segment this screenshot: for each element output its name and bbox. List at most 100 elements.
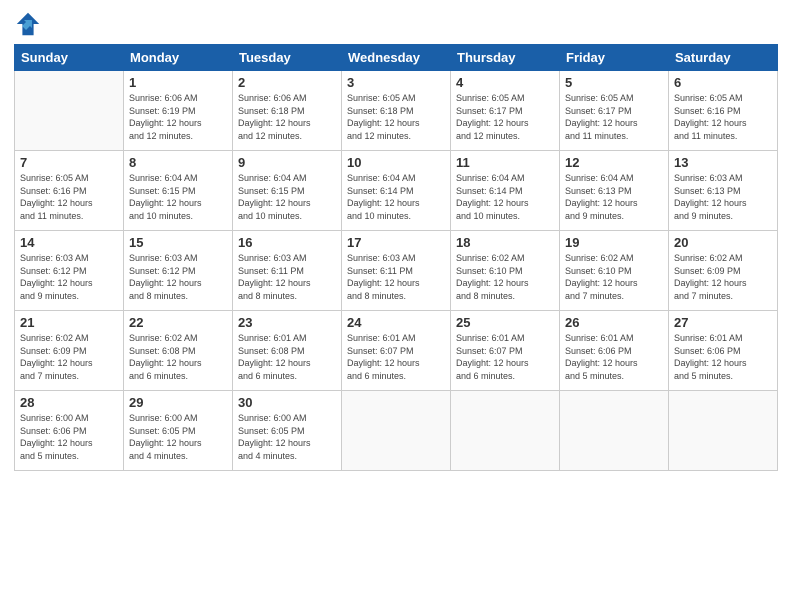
day-detail: Sunrise: 6:01 AM Sunset: 6:06 PM Dayligh… (674, 332, 772, 382)
calendar-cell: 8 Sunrise: 6:04 AM Sunset: 6:15 PM Daylig… (124, 151, 233, 231)
calendar-header-friday: Friday (560, 45, 669, 71)
calendar-cell: 11 Sunrise: 6:04 AM Sunset: 6:14 PM Dayli… (451, 151, 560, 231)
calendar-header-monday: Monday (124, 45, 233, 71)
day-number: 10 (347, 155, 445, 170)
calendar-cell: 9Sunrise: 6:04 AM Sunset: 6:15 PM Daylig… (233, 151, 342, 231)
day-number: 27 (674, 315, 772, 330)
calendar-cell: 28 Sunrise: 6:00 AM Sunset: 6:06 PM Dayli… (15, 391, 124, 471)
calendar-cell: 12 Sunrise: 6:04 AM Sunset: 6:13 PM Dayli… (560, 151, 669, 231)
day-number: 20 (674, 235, 772, 250)
calendar-cell: 27 Sunrise: 6:01 AM Sunset: 6:06 PM Dayli… (669, 311, 778, 391)
calendar-cell: 29 Sunrise: 6:00 AM Sunset: 6:05 PM Dayli… (124, 391, 233, 471)
calendar-cell: 4 Sunrise: 6:05 AM Sunset: 6:17 PM Daylig… (451, 71, 560, 151)
calendar-cell: 13 Sunrise: 6:03 AM Sunset: 6:13 PM Dayli… (669, 151, 778, 231)
day-detail: Sunrise: 6:02 AM Sunset: 6:10 PM Dayligh… (456, 252, 554, 302)
day-detail: Sunrise: 6:02 AM Sunset: 6:10 PM Dayligh… (565, 252, 663, 302)
day-number: 26 (565, 315, 663, 330)
calendar-cell (560, 391, 669, 471)
calendar-cell: 6 Sunrise: 6:05 AM Sunset: 6:16 PM Daylig… (669, 71, 778, 151)
day-number: 13 (674, 155, 772, 170)
calendar-cell (451, 391, 560, 471)
day-detail: Sunrise: 6:06 AM Sunset: 6:19 PM Dayligh… (129, 92, 227, 142)
day-detail: Sunrise: 6:00 AM Sunset: 6:05 PM Dayligh… (238, 412, 336, 462)
day-detail: Sunrise: 6:05 AM Sunset: 6:18 PM Dayligh… (347, 92, 445, 142)
day-detail: Sunrise: 6:03 AM Sunset: 6:13 PM Dayligh… (674, 172, 772, 222)
day-number: 2 (238, 75, 336, 90)
day-number: 12 (565, 155, 663, 170)
day-detail: Sunrise: 6:03 AM Sunset: 6:12 PM Dayligh… (129, 252, 227, 302)
day-number: 4 (456, 75, 554, 90)
day-detail: Sunrise: 6:02 AM Sunset: 6:09 PM Dayligh… (674, 252, 772, 302)
day-detail: Sunrise: 6:04 AM Sunset: 6:14 PM Dayligh… (347, 172, 445, 222)
day-detail: Sunrise: 6:03 AM Sunset: 6:12 PM Dayligh… (20, 252, 118, 302)
day-detail: Sunrise: 6:04 AM Sunset: 6:15 PM Dayligh… (238, 172, 336, 222)
calendar-cell: 30 Sunrise: 6:00 AM Sunset: 6:05 PM Dayli… (233, 391, 342, 471)
day-detail: Sunrise: 6:05 AM Sunset: 6:16 PM Dayligh… (20, 172, 118, 222)
calendar-week-1: 7 Sunrise: 6:05 AM Sunset: 6:16 PM Daylig… (15, 151, 778, 231)
calendar-cell: 22 Sunrise: 6:02 AM Sunset: 6:08 PM Dayli… (124, 311, 233, 391)
page: SundayMondayTuesdayWednesdayThursdayFrid… (0, 0, 792, 612)
logo-icon (14, 10, 42, 38)
day-detail: Sunrise: 6:01 AM Sunset: 6:07 PM Dayligh… (347, 332, 445, 382)
calendar-header-row: SundayMondayTuesdayWednesdayThursdayFrid… (15, 45, 778, 71)
day-number: 1 (129, 75, 227, 90)
day-number: 16 (238, 235, 336, 250)
day-number: 8 (129, 155, 227, 170)
calendar-cell: 26 Sunrise: 6:01 AM Sunset: 6:06 PM Dayli… (560, 311, 669, 391)
day-detail: Sunrise: 6:06 AM Sunset: 6:18 PM Dayligh… (238, 92, 336, 142)
calendar-table: SundayMondayTuesdayWednesdayThursdayFrid… (14, 44, 778, 471)
day-number: 28 (20, 395, 118, 410)
calendar-cell: 1 Sunrise: 6:06 AM Sunset: 6:19 PM Daylig… (124, 71, 233, 151)
day-detail: Sunrise: 6:04 AM Sunset: 6:13 PM Dayligh… (565, 172, 663, 222)
day-number: 11 (456, 155, 554, 170)
day-number: 25 (456, 315, 554, 330)
day-detail: Sunrise: 6:01 AM Sunset: 6:06 PM Dayligh… (565, 332, 663, 382)
calendar-cell: 21 Sunrise: 6:02 AM Sunset: 6:09 PM Dayli… (15, 311, 124, 391)
day-detail: Sunrise: 6:00 AM Sunset: 6:05 PM Dayligh… (129, 412, 227, 462)
day-detail: Sunrise: 6:02 AM Sunset: 6:08 PM Dayligh… (129, 332, 227, 382)
day-detail: Sunrise: 6:04 AM Sunset: 6:14 PM Dayligh… (456, 172, 554, 222)
day-number: 22 (129, 315, 227, 330)
calendar-header-sunday: Sunday (15, 45, 124, 71)
calendar-week-0: 1 Sunrise: 6:06 AM Sunset: 6:19 PM Daylig… (15, 71, 778, 151)
day-number: 6 (674, 75, 772, 90)
day-detail: Sunrise: 6:04 AM Sunset: 6:15 PM Dayligh… (129, 172, 227, 222)
day-detail: Sunrise: 6:05 AM Sunset: 6:17 PM Dayligh… (456, 92, 554, 142)
day-detail: Sunrise: 6:01 AM Sunset: 6:07 PM Dayligh… (456, 332, 554, 382)
day-number: 5 (565, 75, 663, 90)
day-number: 21 (20, 315, 118, 330)
calendar-cell: 15 Sunrise: 6:03 AM Sunset: 6:12 PM Dayli… (124, 231, 233, 311)
calendar-cell: 18 Sunrise: 6:02 AM Sunset: 6:10 PM Dayli… (451, 231, 560, 311)
day-number: 30 (238, 395, 336, 410)
day-number: 17 (347, 235, 445, 250)
calendar-cell: 3 Sunrise: 6:05 AM Sunset: 6:18 PM Daylig… (342, 71, 451, 151)
day-number: 7 (20, 155, 118, 170)
day-detail: Sunrise: 6:05 AM Sunset: 6:16 PM Dayligh… (674, 92, 772, 142)
calendar-cell (669, 391, 778, 471)
calendar-header-tuesday: Tuesday (233, 45, 342, 71)
day-detail: Sunrise: 6:02 AM Sunset: 6:09 PM Dayligh… (20, 332, 118, 382)
calendar-cell: 5 Sunrise: 6:05 AM Sunset: 6:17 PM Daylig… (560, 71, 669, 151)
day-number: 29 (129, 395, 227, 410)
day-detail: Sunrise: 6:05 AM Sunset: 6:17 PM Dayligh… (565, 92, 663, 142)
calendar-cell: 25 Sunrise: 6:01 AM Sunset: 6:07 PM Dayli… (451, 311, 560, 391)
day-number: 18 (456, 235, 554, 250)
calendar-header-saturday: Saturday (669, 45, 778, 71)
day-number: 3 (347, 75, 445, 90)
calendar-week-4: 28 Sunrise: 6:00 AM Sunset: 6:06 PM Dayli… (15, 391, 778, 471)
day-detail: Sunrise: 6:00 AM Sunset: 6:06 PM Dayligh… (20, 412, 118, 462)
calendar-cell: 24Sunrise: 6:01 AM Sunset: 6:07 PM Dayli… (342, 311, 451, 391)
calendar-week-2: 14Sunrise: 6:03 AM Sunset: 6:12 PM Dayli… (15, 231, 778, 311)
day-detail: Sunrise: 6:03 AM Sunset: 6:11 PM Dayligh… (347, 252, 445, 302)
calendar-cell (342, 391, 451, 471)
calendar-cell: 16 Sunrise: 6:03 AM Sunset: 6:11 PM Dayli… (233, 231, 342, 311)
day-detail: Sunrise: 6:01 AM Sunset: 6:08 PM Dayligh… (238, 332, 336, 382)
calendar-cell (15, 71, 124, 151)
calendar-cell: 14Sunrise: 6:03 AM Sunset: 6:12 PM Dayli… (15, 231, 124, 311)
calendar-cell: 20 Sunrise: 6:02 AM Sunset: 6:09 PM Dayli… (669, 231, 778, 311)
calendar-cell: 23Sunrise: 6:01 AM Sunset: 6:08 PM Dayli… (233, 311, 342, 391)
day-number: 15 (129, 235, 227, 250)
calendar-week-3: 21 Sunrise: 6:02 AM Sunset: 6:09 PM Dayli… (15, 311, 778, 391)
calendar-cell: 2 Sunrise: 6:06 AM Sunset: 6:18 PM Daylig… (233, 71, 342, 151)
day-detail: Sunrise: 6:03 AM Sunset: 6:11 PM Dayligh… (238, 252, 336, 302)
